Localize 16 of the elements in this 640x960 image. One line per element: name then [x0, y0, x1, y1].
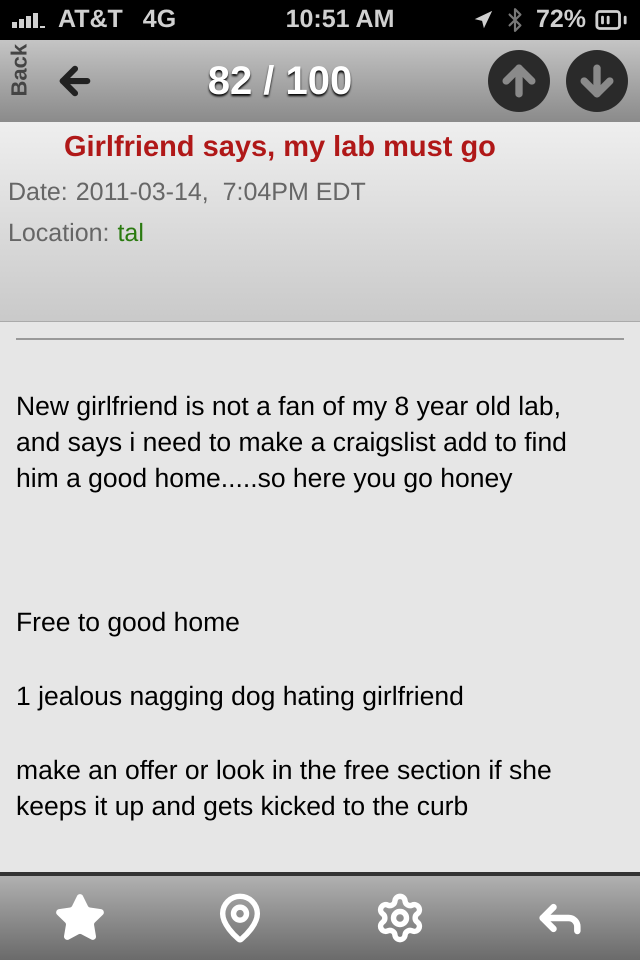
location-value: tal [117, 218, 144, 249]
back-button[interactable]: Back [0, 40, 112, 122]
post-paragraph: Free to good home [16, 606, 241, 639]
carrier-name: AT&T [58, 4, 123, 36]
post-title: Girlfriend says, my lab must go [63, 130, 497, 165]
signal-icon [12, 12, 46, 28]
post-date: 2011-03-14, 7:04PM EDT [76, 176, 366, 208]
clock: 10:51 AM [284, 4, 396, 36]
page-counter: 82 / 100 [206, 58, 354, 105]
location-label: Location: [8, 218, 110, 249]
battery-percentage: 72% [536, 4, 586, 36]
post-paragraph: 1 jealous nagging dog hating girlfriend [16, 680, 465, 713]
post-paragraph: New girlfriend is not a fan of my 8 year old lab, and says i need to make a craigslist add to find him a good home.....so here you go honey [16, 390, 568, 495]
network-type: 4G [142, 4, 176, 36]
date-label: Date: [8, 176, 68, 208]
post-paragraph: make an offer or look in the free section if she keeps it up and gets kicked to the curb [16, 754, 553, 823]
